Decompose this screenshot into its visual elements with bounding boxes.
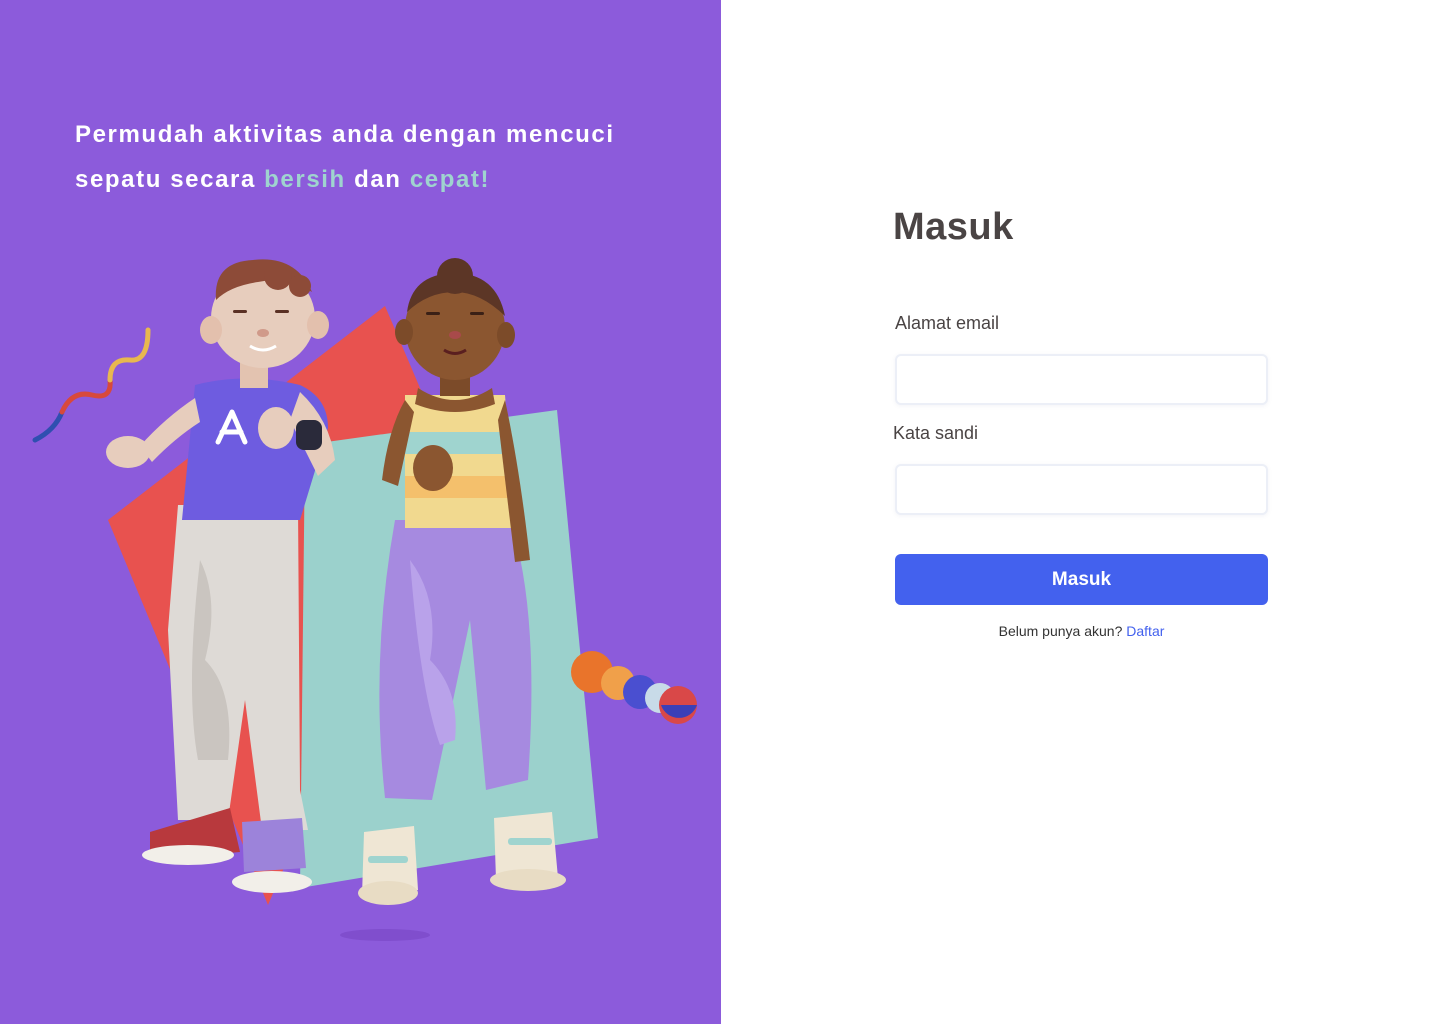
bead-decoration <box>571 651 697 724</box>
password-input[interactable] <box>895 464 1268 515</box>
hero-tagline: Permudah aktivitas anda dengan mencuci s… <box>75 112 675 202</box>
login-title: Masuk <box>893 206 1014 248</box>
hero-panel: Permudah aktivitas anda dengan mencuci s… <box>0 0 721 1024</box>
tagline-highlight-fast: cepat! <box>409 166 491 193</box>
login-panel: Masuk Alamat email Kata sandi Masuk Belu… <box>721 0 1440 1024</box>
register-prompt-line: Belum punya akun? Daftar <box>895 623 1268 639</box>
login-button[interactable]: Masuk <box>895 554 1268 605</box>
email-input[interactable] <box>895 354 1268 405</box>
ground-shadow <box>340 929 430 941</box>
tagline-text-and: dan <box>345 166 410 193</box>
password-label: Kata sandi <box>893 423 979 443</box>
email-label: Alamat email <box>895 313 1000 333</box>
register-link[interactable]: Daftar <box>1126 623 1164 639</box>
register-prompt: Belum punya akun? <box>998 623 1123 639</box>
ribbon-decoration <box>32 327 151 443</box>
tagline-highlight-clean: bersih <box>264 166 346 193</box>
hero-illustration <box>32 258 697 941</box>
